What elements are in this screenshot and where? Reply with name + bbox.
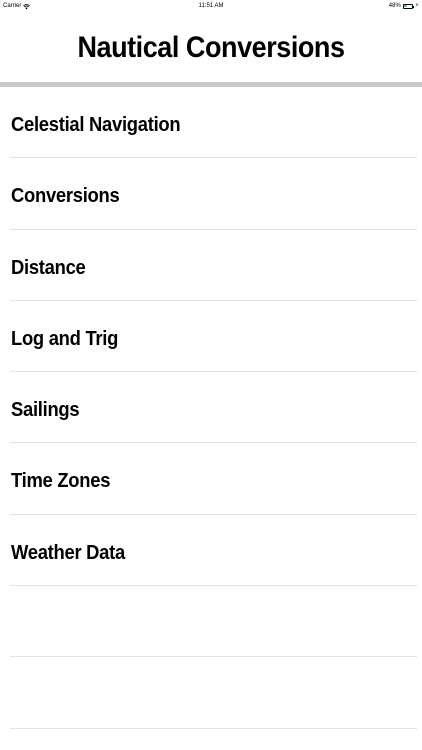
menu-item-label: Distance [11, 256, 86, 279]
menu-list: Celestial Navigation Conversions Distanc… [0, 87, 422, 729]
menu-item-label: Conversions [11, 185, 120, 208]
empty-row [0, 657, 422, 729]
menu-item-label: Time Zones [11, 470, 111, 493]
status-time: 11:51 AM [198, 3, 224, 9]
menu-item-label: Weather Data [11, 541, 125, 564]
page-title: Nautical Conversions [77, 31, 345, 64]
status-right: 48% ⚡ [389, 0, 419, 12]
menu-item-label: Celestial Navigation [11, 114, 181, 136]
battery-fill [404, 5, 408, 7]
status-bar: Carrier 11:51 AM 48% ⚡ [0, 0, 422, 12]
menu-item-weather-data[interactable]: Weather Data [0, 515, 422, 587]
menu-item-distance[interactable]: Distance [0, 230, 422, 301]
empty-row [0, 586, 422, 658]
battery-tip [412, 5, 414, 8]
menu-item-celestial-navigation[interactable]: Celestial Navigation [0, 87, 422, 159]
battery-percent: 48% [388, 3, 401, 9]
menu-item-conversions[interactable]: Conversions [0, 158, 422, 230]
row-separator [10, 727, 417, 729]
charging-icon: ⚡ [414, 3, 419, 9]
menu-item-log-and-trig[interactable]: Log and Trig [0, 301, 422, 373]
menu-item-sailings[interactable]: Sailings [0, 372, 422, 444]
battery-icon [402, 3, 414, 9]
menu-item-time-zones[interactable]: Time Zones [0, 443, 422, 515]
menu-item-label: Sailings [11, 399, 80, 422]
menu-item-label: Log and Trig [11, 327, 119, 350]
